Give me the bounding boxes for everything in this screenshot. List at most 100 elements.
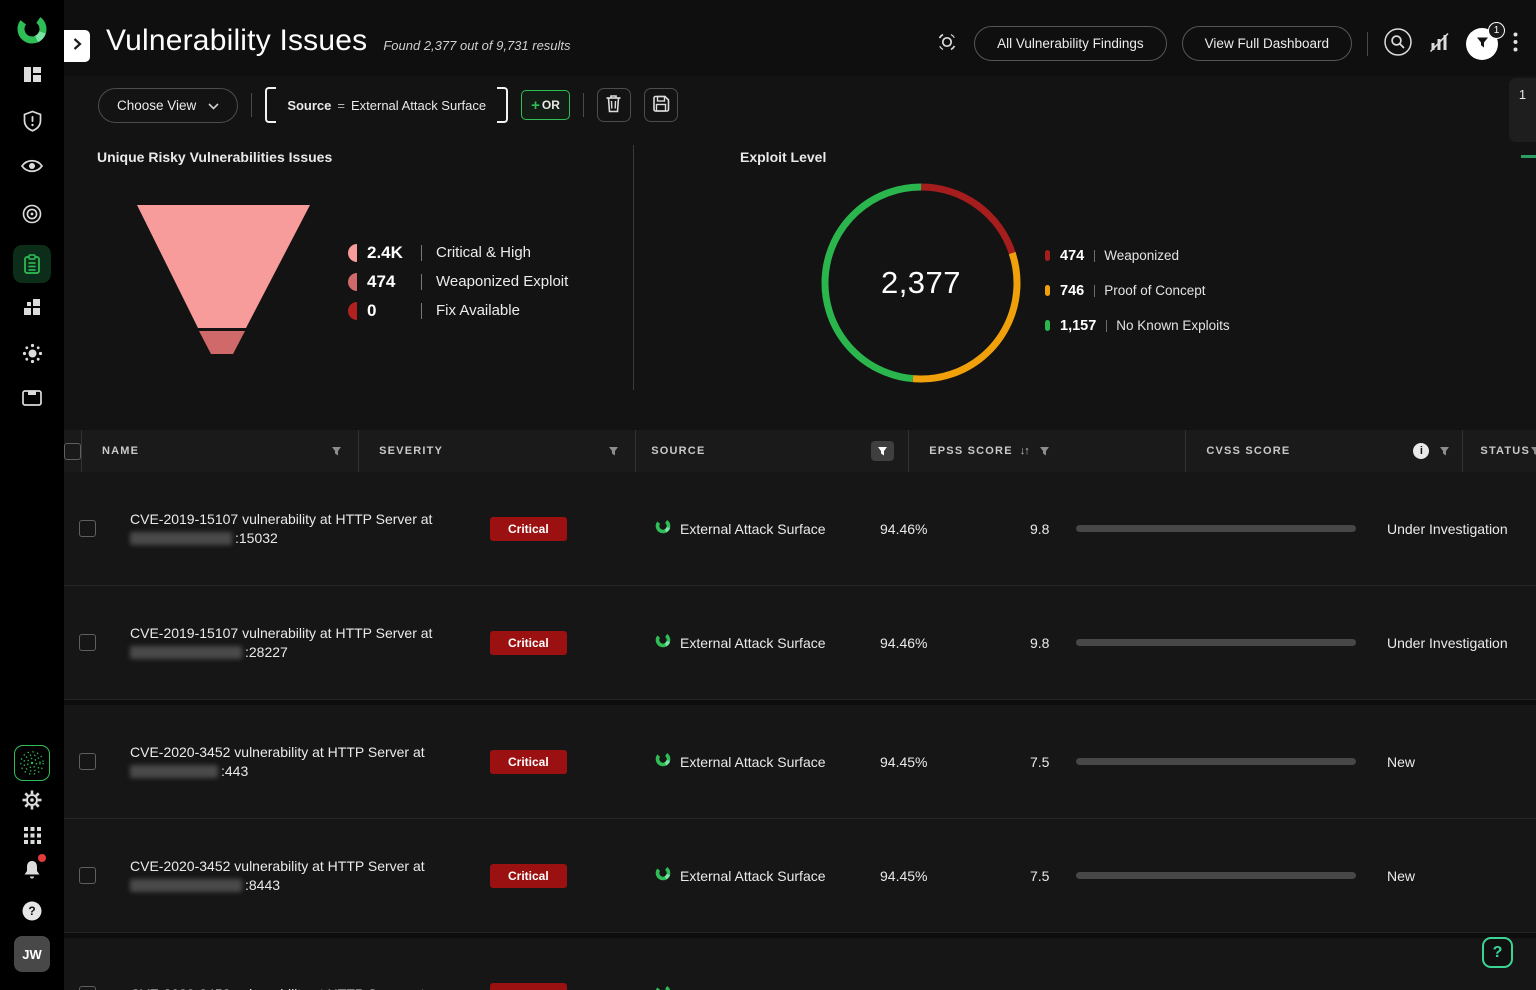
search-button[interactable] xyxy=(1383,27,1413,60)
active-filter-icon[interactable] xyxy=(871,441,894,461)
notifications-bell-icon xyxy=(21,858,43,887)
chevron-right-icon xyxy=(72,37,82,56)
sort-icon[interactable]: ↓↑ xyxy=(1020,445,1029,457)
legend-marker xyxy=(1045,250,1050,261)
choose-view-label: Choose View xyxy=(117,98,196,113)
filter-icon[interactable] xyxy=(1439,446,1450,457)
save-view-button[interactable] xyxy=(644,88,678,122)
vulnerability-name: CVE-2020-3452 vulnerability at HTTP Serv… xyxy=(130,743,425,761)
table-row[interactable]: CVE-2020-3452 vulnerability at HTTP Serv… xyxy=(64,819,1536,933)
sidebar-item-notifications[interactable] xyxy=(0,858,64,887)
severity-badge: Critical xyxy=(490,983,567,990)
sidebar-item-modules[interactable] xyxy=(0,296,64,323)
divider xyxy=(1094,285,1095,297)
divider xyxy=(251,93,252,117)
cvss-score: 9.8 xyxy=(1030,521,1058,537)
port: :8443 xyxy=(245,877,280,893)
row-checkbox[interactable] xyxy=(79,986,96,990)
epss-score: 94.45% xyxy=(880,868,927,884)
sidebar-item-settings[interactable] xyxy=(0,789,64,816)
add-or-condition-button[interactable]: + OR xyxy=(521,90,570,120)
sidebar-item-help[interactable]: ? xyxy=(0,900,64,927)
help-icon: ? xyxy=(21,900,43,927)
cvss-score-bar xyxy=(1076,525,1356,532)
brand-logo[interactable] xyxy=(0,13,64,50)
threat-virus-icon xyxy=(21,342,44,370)
table-header: NAME SEVERITY SOURCE EPSS SCORE ↓↑ CVSS … xyxy=(64,430,1536,472)
collapse-panel-button[interactable] xyxy=(64,30,90,62)
table-row[interactable]: CVE-2020-3452 vulnerability at HTTP Serv… xyxy=(64,705,1536,819)
donut-total: 2,377 xyxy=(816,178,1026,388)
filter-icon[interactable] xyxy=(608,446,619,457)
scan-target-icon xyxy=(935,30,959,57)
filter-icon[interactable] xyxy=(331,446,342,457)
delete-filters-button[interactable] xyxy=(597,88,631,122)
hide-charts-button[interactable] xyxy=(1428,31,1451,57)
legend-item: 0 Fix Available xyxy=(348,296,568,325)
ai-assistant-icon xyxy=(14,745,50,781)
legend-label: Fix Available xyxy=(436,302,520,319)
redacted-ip xyxy=(130,879,242,892)
chart-slash-icon xyxy=(1428,31,1451,57)
filter-count-badge: 1 xyxy=(1488,22,1505,39)
table-row[interactable]: CVE-2020-3452 vulnerability at HTTP Serv… xyxy=(64,938,1536,990)
sidebar-item-threats[interactable] xyxy=(0,342,64,370)
source-name: External Attack Surface xyxy=(680,635,826,651)
source-logo-icon xyxy=(655,518,671,539)
redacted-ip xyxy=(130,646,242,659)
sidebar-item-dashboard[interactable] xyxy=(0,64,64,90)
source-logo-icon xyxy=(655,865,671,886)
info-icon[interactable]: i xyxy=(1413,443,1429,459)
legend-label: Weaponized Exploit xyxy=(436,273,568,290)
filter-icon[interactable] xyxy=(1039,446,1050,457)
select-all-checkbox[interactable] xyxy=(64,443,81,460)
source-logo-icon xyxy=(655,751,671,772)
cvss-score: 7.5 xyxy=(1030,754,1058,770)
sidebar-item-ai-assistant[interactable] xyxy=(0,745,64,781)
scan-target-button[interactable] xyxy=(935,30,959,57)
user-avatar[interactable]: JW xyxy=(0,936,64,972)
source-name: External Attack Surface xyxy=(680,521,826,537)
severity-badge: Critical xyxy=(490,631,567,655)
choose-view-dropdown[interactable]: Choose View xyxy=(98,88,238,123)
modules-icon xyxy=(21,296,43,323)
active-filters-button[interactable]: 1 xyxy=(1466,28,1498,60)
table-row[interactable]: CVE-2019-15107 vulnerability at HTTP Ser… xyxy=(64,586,1536,700)
search-icon xyxy=(1383,27,1413,60)
sidebar-item-visibility[interactable] xyxy=(0,157,64,180)
column-header-status: STATUS xyxy=(1480,445,1530,457)
redacted-ip xyxy=(130,532,232,545)
donut-chart-title: Exploit Level xyxy=(740,149,826,165)
cvss-score: 9.8 xyxy=(1030,635,1058,651)
sidebar-item-apps[interactable] xyxy=(0,826,64,850)
row-checkbox[interactable] xyxy=(79,753,96,770)
sidebar-item-browser[interactable] xyxy=(0,389,64,412)
kebab-menu-button[interactable] xyxy=(1513,32,1518,55)
help-fab-button[interactable]: ? xyxy=(1482,937,1513,968)
legend-value: 746 xyxy=(1060,283,1084,299)
column-header-name: NAME xyxy=(102,445,139,457)
row-checkbox[interactable] xyxy=(79,867,96,884)
legend-item: 2.4K Critical & High xyxy=(348,238,568,267)
save-icon xyxy=(652,95,670,116)
right-panel-tab[interactable]: 1 xyxy=(1509,78,1536,142)
legend-label: Weaponized xyxy=(1104,248,1179,263)
sidebar-item-targets[interactable] xyxy=(0,203,64,230)
status-value: Under Investigation xyxy=(1387,521,1508,537)
status-value: New xyxy=(1387,868,1415,884)
sidebar-item-risk[interactable] xyxy=(0,110,64,137)
table-row[interactable]: CVE-2019-15107 vulnerability at HTTP Ser… xyxy=(64,472,1536,586)
source-logo-icon xyxy=(655,632,671,653)
row-checkbox[interactable] xyxy=(79,520,96,537)
divider xyxy=(1367,32,1368,56)
filter-chip-source[interactable]: Source = External Attack Surface xyxy=(265,87,508,123)
view-full-dashboard-button[interactable]: View Full Dashboard xyxy=(1182,26,1352,61)
divider xyxy=(583,93,584,117)
row-checkbox[interactable] xyxy=(79,634,96,651)
title-row: Vulnerability Issues Found 2,377 out of … xyxy=(106,24,571,58)
all-vulnerability-findings-button[interactable]: All Vulnerability Findings xyxy=(974,26,1167,61)
filter-icon[interactable] xyxy=(1530,446,1536,457)
legend-value: 2.4K xyxy=(367,243,421,263)
funnel-legend: 2.4K Critical & High 474 Weaponized Expl… xyxy=(348,238,568,325)
sidebar-item-vulnerabilities[interactable] xyxy=(0,245,64,283)
